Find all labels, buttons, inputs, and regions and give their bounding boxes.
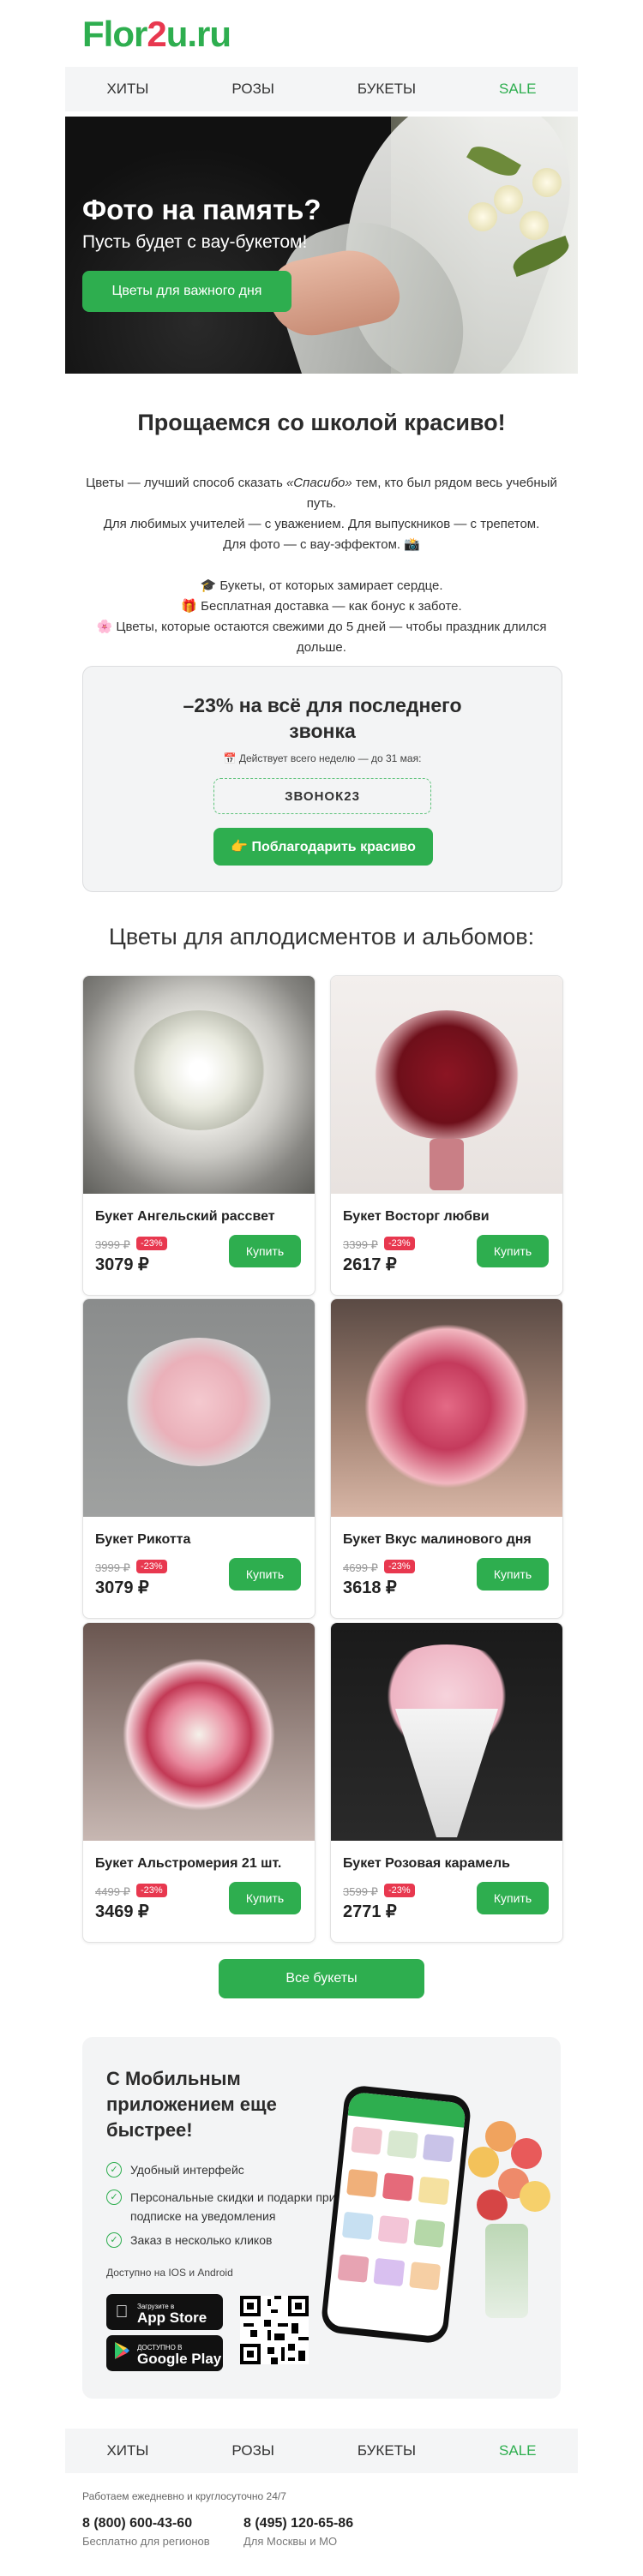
- app-title: С Мобильным приложением еще быстрее!: [106, 2068, 277, 2141]
- all-bouquets-button[interactable]: Все букеты: [219, 1959, 424, 1998]
- app-feature: ✓ Персональные скидки и подарки при подпи…: [106, 2188, 338, 2226]
- discount-badge: -23%: [384, 1560, 415, 1573]
- phone-moscow[interactable]: 8 (495) 120-65-86: [243, 2516, 353, 2531]
- app-feature: ✓ Заказ в несколько кликов: [106, 2231, 312, 2250]
- buy-button[interactable]: Купить: [477, 1558, 549, 1591]
- discount-badge: -23%: [384, 1884, 415, 1897]
- product-image[interactable]: [331, 1299, 562, 1517]
- product-name: Букет Ангельский рассвет: [95, 1209, 275, 1224]
- phone-regions-note: Бесплатно для регионов: [82, 2535, 210, 2548]
- nav-item-bouquets[interactable]: БУКЕТЫ: [358, 2442, 416, 2459]
- buy-button[interactable]: Купить: [229, 1558, 301, 1591]
- hero-title: Фото на память?: [82, 194, 322, 225]
- email-page: Flor2u.ru ХИТЫ РОЗЫ БУКЕТЫ SALE Фото на …: [0, 0, 643, 2576]
- nav-item-hits[interactable]: ХИТЫ: [106, 81, 148, 98]
- logo-part-2: 2: [147, 14, 166, 54]
- product-old-price: 4499 ₽: [95, 1885, 130, 1898]
- products-title: Цветы для аплодисментов и альбомов:: [108, 924, 535, 950]
- nav-item-hits[interactable]: ХИТЫ: [106, 2442, 148, 2459]
- product-old-price: 3399 ₽: [343, 1238, 378, 1251]
- buy-button[interactable]: Купить: [477, 1235, 549, 1267]
- qr-code[interactable]: [240, 2296, 309, 2364]
- product-price: 2771 ₽: [343, 1902, 397, 1921]
- intro-bullet-2: 🎁 Бесплатная доставка — как бонус к забо…: [181, 599, 462, 614]
- promo-button[interactable]: 👉 Поблагодарить красиво: [213, 828, 433, 866]
- google-play-icon: [106, 2341, 137, 2365]
- product-name: Букет Восторг любви: [343, 1209, 490, 1224]
- nav-item-bouquets[interactable]: БУКЕТЫ: [358, 81, 416, 98]
- product-image[interactable]: [83, 1623, 315, 1841]
- product-name: Букет Розовая карамель: [343, 1856, 510, 1871]
- product-card[interactable]: Букет Вкус малинового дня 4699 ₽ -23% 36…: [330, 1298, 563, 1619]
- product-image[interactable]: [83, 1299, 315, 1517]
- buy-button[interactable]: Купить: [229, 1235, 301, 1267]
- product-price: 3469 ₽: [95, 1902, 149, 1921]
- app-promo-block: С Мобильным приложением еще быстрее! ✓ Уд…: [82, 2037, 561, 2399]
- hero-cta-button[interactable]: Цветы для важного дня: [82, 271, 291, 312]
- promo-title: –23% на всё для последнего звонка: [183, 694, 462, 742]
- footer-hours: Работаем ежедневно и круглосуточно 24/7: [82, 2490, 286, 2502]
- intro-bullet-1: 🎓 Букеты, от которых замирает сердце.: [200, 578, 443, 593]
- product-name: Букет Рикотта: [95, 1532, 191, 1547]
- intro-line-3: Для фото — с вау-эффектом. 📸: [223, 537, 420, 552]
- product-name: Букет Вкус малинового дня: [343, 1532, 532, 1547]
- intro-line-1: Цветы — лучший способ сказать «Спасибо» …: [86, 476, 557, 511]
- app-availability: Доступно на IOS и Android: [106, 2267, 233, 2279]
- hero-subtitle: Пусть будет с вау-букетом!: [82, 232, 308, 252]
- app-feature: ✓ Удобный интерфейс: [106, 2160, 312, 2179]
- product-price: 3079 ₽: [95, 1579, 149, 1597]
- discount-badge: -23%: [136, 1237, 167, 1250]
- promo-block: –23% на всё для последнего звонка 📅 Дейс…: [82, 666, 562, 892]
- check-icon: ✓: [106, 2162, 122, 2178]
- footer: Работаем ежедневно и круглосуточно 24/7 …: [82, 2490, 353, 2548]
- phone-moscow-note: Для Москвы и МО: [243, 2535, 338, 2548]
- logo-part-u-ru: u.ru: [165, 14, 231, 54]
- product-image[interactable]: [83, 976, 315, 1194]
- product-price: 3618 ₽: [343, 1579, 397, 1597]
- logo[interactable]: Flor2u.ru: [82, 14, 231, 57]
- app-phone-mockup: [320, 2084, 472, 2345]
- product-card[interactable]: Букет Ангельский рассвет 3999 ₽ -23% 307…: [82, 975, 315, 1296]
- discount-badge: -23%: [136, 1884, 167, 1897]
- product-card[interactable]: Букет Рикотта 3999 ₽ -23% 3079 ₽ Купить: [82, 1298, 315, 1619]
- product-price: 3079 ₽: [95, 1255, 149, 1274]
- nav-item-sale[interactable]: SALE: [499, 2442, 536, 2459]
- check-icon: ✓: [106, 2190, 122, 2205]
- product-image[interactable]: [331, 1623, 562, 1841]
- product-image[interactable]: [331, 976, 562, 1194]
- apple-icon: : [106, 2303, 137, 2322]
- intro-line-2: Для любимых учителей — с уважением. Для …: [103, 517, 540, 531]
- promo-code[interactable]: ЗВОНОК23: [213, 778, 431, 814]
- product-old-price: 4699 ₽: [343, 1561, 378, 1574]
- top-nav: ХИТЫ РОЗЫ БУКЕТЫ SALE: [65, 67, 578, 111]
- bottom-nav: ХИТЫ РОЗЫ БУКЕТЫ SALE: [65, 2429, 578, 2473]
- logo-part-flor: Flor: [82, 14, 147, 54]
- hero-banner[interactable]: Фото на память? Пусть будет с вау-букето…: [65, 117, 578, 374]
- buy-button[interactable]: Купить: [477, 1882, 549, 1914]
- product-price: 2617 ₽: [343, 1255, 397, 1274]
- product-card[interactable]: Букет Розовая карамель 3599 ₽ -23% 2771 …: [330, 1622, 563, 1943]
- product-old-price: 3999 ₽: [95, 1238, 130, 1251]
- nav-item-sale[interactable]: SALE: [499, 81, 536, 98]
- intro-text: Цветы — лучший способ сказать «Спасибо» …: [82, 473, 561, 658]
- discount-badge: -23%: [384, 1237, 415, 1250]
- product-old-price: 3999 ₽: [95, 1561, 130, 1574]
- nav-item-roses[interactable]: РОЗЫ: [231, 2442, 274, 2459]
- app-store-button[interactable]:  Загрузите вApp Store: [106, 2294, 223, 2330]
- buy-button[interactable]: Купить: [229, 1882, 301, 1914]
- phone-regions[interactable]: 8 (800) 600-43-60: [82, 2516, 192, 2531]
- product-old-price: 3599 ₽: [343, 1885, 378, 1898]
- intro-bullet-3: 🌸 Цветы, которые остаются свежими до 5 д…: [96, 620, 547, 655]
- product-card[interactable]: Букет Альстромерия 21 шт. 4499 ₽ -23% 34…: [82, 1622, 315, 1943]
- product-name: Букет Альстромерия 21 шт.: [95, 1856, 282, 1871]
- product-card[interactable]: Букет Восторг любви 3399 ₽ -23% 2617 ₽ К…: [330, 975, 563, 1296]
- discount-badge: -23%: [136, 1560, 167, 1573]
- intro-heading: Прощаемся со школой красиво!: [137, 410, 506, 435]
- promo-note: 📅 Действует всего неделю — до 31 мая:: [223, 752, 422, 764]
- check-icon: ✓: [106, 2232, 122, 2248]
- nav-item-roses[interactable]: РОЗЫ: [231, 81, 274, 98]
- google-play-button[interactable]: ДОСТУПНО В Google Play: [106, 2335, 223, 2371]
